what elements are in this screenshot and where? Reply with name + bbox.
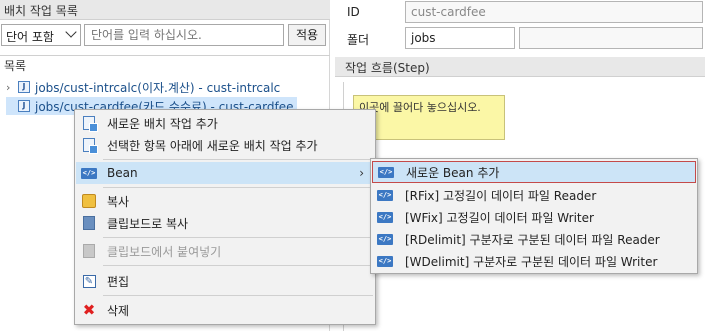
bean-submenu: </> 새로운 Bean 추가 </> [RFix] 고정길이 데이터 파일 R… <box>370 158 698 274</box>
chevron-right-icon[interactable]: › <box>6 81 18 94</box>
folder-field[interactable]: jobs <box>405 27 515 49</box>
submenu-item-new-bean[interactable]: </> 새로운 Bean 추가 <box>372 161 696 183</box>
search-type-value: 단어 포함 <box>6 30 54 44</box>
folder-label: 폴더 <box>347 33 370 47</box>
panel-title: 배치 작업 목록 <box>0 0 330 20</box>
delete-icon: ✖ <box>82 301 96 319</box>
job-file-icon: J <box>18 100 30 112</box>
menu-item-bean[interactable]: </> Bean › <box>76 162 374 184</box>
submenu-item-wdelimit[interactable]: </> [WDelimit] 구분자로 구분된 데이터 파일 Writer <box>372 250 696 272</box>
chevron-down-icon <box>65 26 77 38</box>
bean-icon: </> <box>377 255 393 267</box>
bean-icon: </> <box>377 189 393 201</box>
step-section-header: 작업 흐름(Step) <box>335 57 705 77</box>
bean-icon: </> <box>377 233 393 245</box>
context-menu: 새로운 배치 작업 추가 선택한 항목 아래에 새로운 배치 작업 추가 </>… <box>74 109 376 325</box>
folder-extra-field[interactable] <box>519 27 703 49</box>
menu-item-paste: 클립보드에서 붙여넣기 <box>76 240 374 262</box>
bean-icon: </> <box>378 166 394 178</box>
search-input[interactable] <box>84 24 284 46</box>
menu-item-add-job[interactable]: 새로운 배치 작업 추가 <box>76 112 374 134</box>
menu-divider <box>103 237 373 238</box>
submenu-item-rdelimit[interactable]: </> [RDelimit] 구분자로 구분된 데이터 파일 Reader <box>372 228 696 250</box>
edit-icon: ✎ <box>81 273 97 289</box>
menu-item-delete[interactable]: ✖ 삭제 <box>76 299 374 321</box>
search-type-dropdown[interactable]: 단어 포함 <box>1 24 81 46</box>
menu-item-copy-to-clipboard[interactable]: 클립보드로 복사 <box>76 212 374 234</box>
menu-divider <box>103 295 373 296</box>
bean-icon: </> <box>81 167 97 179</box>
bean-icon: </> <box>377 211 393 223</box>
clipboard-copy-icon <box>81 215 97 231</box>
copy-icon <box>81 193 97 209</box>
menu-item-add-job-below[interactable]: 선택한 항목 아래에 새로운 배치 작업 추가 <box>76 134 374 156</box>
chevron-right-icon: › <box>359 166 364 180</box>
menu-divider <box>103 159 373 160</box>
menu-item-copy[interactable]: 복사 <box>76 190 374 212</box>
id-label: ID <box>347 5 360 19</box>
submenu-item-rfix[interactable]: </> [RFix] 고정길이 데이터 파일 Reader <box>372 184 696 206</box>
paste-icon <box>81 243 97 259</box>
add-job-icon <box>81 115 98 132</box>
menu-item-edit[interactable]: ✎ 편집 <box>76 270 374 292</box>
menu-divider <box>103 187 373 188</box>
tree-item-label: jobs/cust-intrcalc(이자.계산) - cust-intrcal… <box>35 80 281 95</box>
list-label: 목록 <box>4 59 27 73</box>
menu-divider <box>103 265 373 266</box>
apply-button[interactable]: 적용 <box>288 24 326 46</box>
id-field[interactable]: cust-cardfee <box>405 1 703 23</box>
tree-item[interactable]: › J jobs/cust-intrcalc(이자.계산) - cust-int… <box>6 78 280 96</box>
submenu-item-wfix[interactable]: </> [WFix] 고정길이 데이터 파일 Writer <box>372 206 696 228</box>
add-job-below-icon <box>81 137 98 154</box>
job-file-icon: J <box>18 81 30 93</box>
